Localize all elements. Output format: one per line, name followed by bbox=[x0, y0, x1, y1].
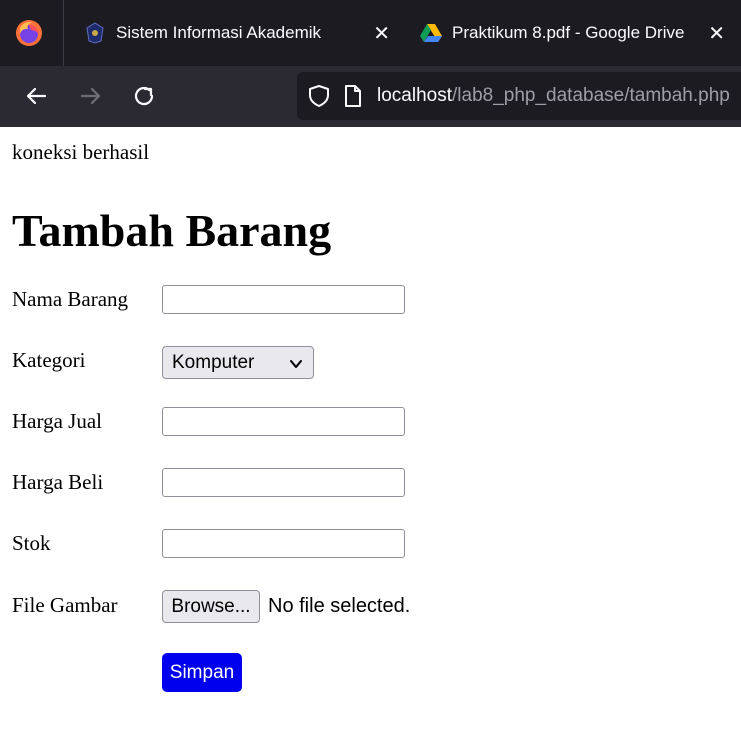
stok-label: Stok bbox=[12, 531, 51, 555]
page-content: koneksi berhasil Tambah Barang Nama Bara… bbox=[0, 127, 741, 736]
address-bar[interactable]: localhost/lab8_php_database/tambah.php bbox=[297, 72, 741, 120]
nama-barang-input[interactable] bbox=[162, 285, 405, 314]
tab-google-drive[interactable]: Praktikum 8.pdf - Google Drive ✕ bbox=[420, 0, 725, 66]
tab-title: Sistem Informasi Akademik bbox=[116, 23, 322, 42]
close-tab-icon[interactable]: ✕ bbox=[373, 21, 390, 46]
tracking-protection-shield-icon[interactable] bbox=[307, 84, 331, 108]
reload-icon[interactable] bbox=[130, 82, 158, 110]
harga-jual-label: Harga Jual bbox=[12, 409, 102, 433]
url-path: /lab8_php_database/tambah.php bbox=[452, 85, 730, 106]
kategori-selected-value: Komputer bbox=[172, 351, 255, 373]
nama-barang-label: Nama Barang bbox=[12, 287, 129, 311]
page-title: Tambah Barang bbox=[12, 205, 332, 256]
back-arrow-icon[interactable] bbox=[22, 82, 50, 110]
kategori-label: Kategori bbox=[12, 348, 86, 372]
page-document-icon[interactable] bbox=[341, 84, 365, 108]
forward-arrow-icon[interactable] bbox=[77, 82, 105, 110]
file-status: No file selected. bbox=[268, 595, 411, 617]
simpan-button[interactable]: Simpan bbox=[162, 653, 242, 692]
connection-status: koneksi berhasil bbox=[12, 140, 150, 164]
chevron-down-icon bbox=[289, 355, 303, 369]
file-gambar-label: File Gambar bbox=[12, 593, 118, 617]
close-tab-icon[interactable]: ✕ bbox=[708, 21, 725, 46]
firefox-logo-icon[interactable] bbox=[14, 18, 44, 48]
kategori-select[interactable]: Komputer bbox=[162, 346, 314, 379]
harga-jual-input[interactable] bbox=[162, 407, 405, 436]
tab-bar: Sistem Informasi Akademik ✕ Praktikum 8.… bbox=[0, 0, 741, 66]
harga-beli-label: Harga Beli bbox=[12, 470, 104, 494]
tab-sistem-informasi-akademik[interactable]: Sistem Informasi Akademik ✕ bbox=[84, 0, 390, 66]
url-host: localhost bbox=[377, 85, 452, 106]
stok-input[interactable] bbox=[162, 529, 405, 558]
harga-beli-input[interactable] bbox=[162, 468, 405, 497]
academic-crest-icon bbox=[84, 22, 106, 44]
browse-file-button[interactable]: Browse... bbox=[162, 590, 260, 623]
url-text[interactable]: localhost/lab8_php_database/tambah.php bbox=[377, 85, 730, 107]
tab-title: Praktikum 8.pdf - Google Drive bbox=[452, 23, 685, 42]
google-drive-icon bbox=[420, 22, 442, 44]
tab-separator bbox=[63, 0, 64, 66]
